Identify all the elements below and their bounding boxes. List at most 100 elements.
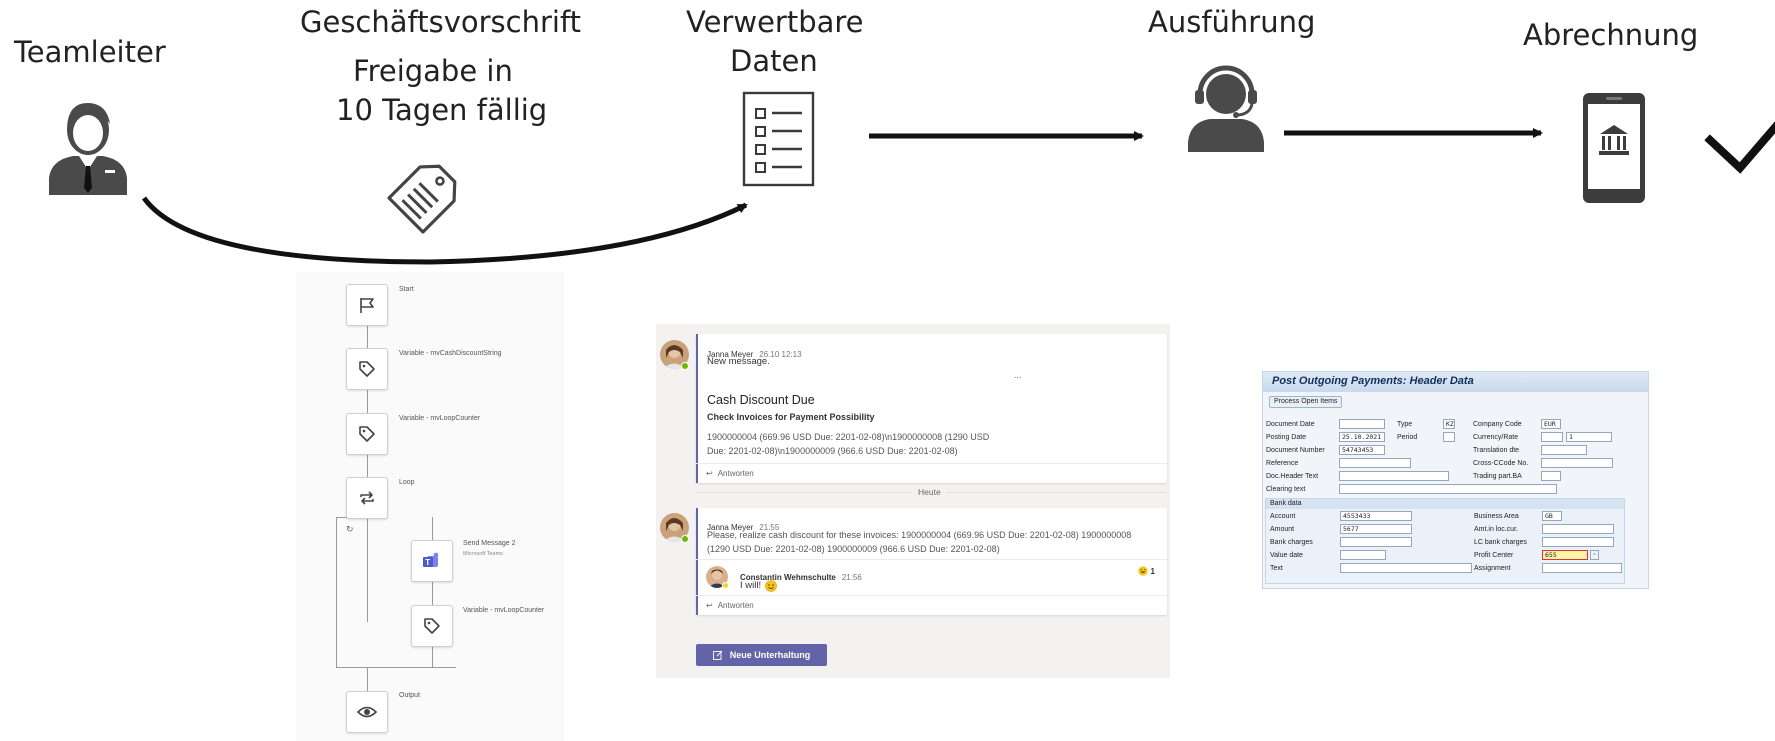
currency-field[interactable]	[1541, 432, 1563, 442]
reply-button[interactable]: ↩ Antworten	[696, 463, 1167, 483]
headset-agent-icon	[1188, 65, 1264, 152]
workflow-step-send-message[interactable]: T	[411, 540, 453, 582]
document-date-field[interactable]	[1339, 419, 1385, 429]
field-label: Business Area	[1474, 513, 1519, 520]
stage-execution: Ausführung	[1148, 5, 1316, 39]
flag-icon	[360, 298, 374, 313]
chat-message[interactable]: Janna Meyer 21:55 Please, realize cash di…	[696, 508, 1167, 615]
reply-button[interactable]: ↩ Antworten	[696, 595, 1167, 615]
sap-payment-form: Post Outgoing Payments: Header Data Proc…	[1262, 371, 1649, 589]
message-accent-bar	[696, 334, 698, 483]
checklist-icon	[742, 91, 815, 187]
workflow-step-output[interactable]	[346, 691, 388, 733]
business-area-field[interactable]: GB	[1542, 511, 1562, 521]
field-label: Posting Date	[1266, 434, 1307, 441]
amount-local-currency-field[interactable]	[1542, 524, 1614, 534]
rate-field[interactable]: 1	[1566, 432, 1612, 442]
adaptive-card-title: Cash Discount Due	[707, 393, 815, 407]
workflow-step-label: Send Message 2	[463, 540, 516, 547]
presence-indicator	[681, 362, 689, 370]
chat-message[interactable]: Janna Meyer 26.10 12:13 New message. ... …	[696, 334, 1167, 483]
profit-center-field[interactable]: 655	[1542, 550, 1588, 560]
reply-label: Antworten	[717, 469, 754, 478]
more-options-button[interactable]: ...	[1014, 370, 1022, 380]
teams-icon: T	[423, 552, 439, 567]
reply-arrow-icon: ↩	[706, 469, 713, 478]
cross-ccode-field[interactable]	[1541, 458, 1613, 468]
process-open-items-button[interactable]: Process Open Items	[1269, 396, 1343, 408]
field-label: Trading part.BA	[1473, 473, 1522, 480]
reaction-count: 1	[1150, 566, 1155, 576]
stage-business-rule-line-2: 10 Tagen fällig	[336, 93, 548, 127]
stage-business-rule-line-1: Freigabe in	[353, 54, 513, 88]
compose-icon	[712, 650, 723, 660]
period-field[interactable]	[1443, 432, 1455, 442]
reply-label: Antworten	[717, 601, 754, 610]
workflow-step-label: Start	[399, 286, 414, 293]
presence-indicator	[681, 535, 689, 543]
amount-field[interactable]: 5677	[1340, 524, 1412, 534]
trading-part-field[interactable]	[1541, 471, 1561, 481]
sap-form-title: Post Outgoing Payments: Header Data	[1263, 372, 1648, 392]
field-label: Company Code	[1473, 421, 1522, 428]
assignment-field[interactable]	[1542, 563, 1622, 573]
field-label: Document Date	[1266, 421, 1315, 428]
workflow-step-variable[interactable]	[411, 605, 453, 647]
thread-reply: Constantin Wehmschulte 21:56 I will! 1	[696, 559, 1167, 595]
field-label: Period	[1397, 434, 1418, 441]
presence-indicator	[722, 582, 729, 589]
field-label: Text	[1270, 565, 1283, 572]
doc-header-text-field[interactable]	[1339, 471, 1449, 481]
stage-billing: Abrechnung	[1523, 18, 1699, 52]
stage-data-line-1: Verwertbare	[686, 5, 864, 39]
value-date-field[interactable]	[1340, 550, 1386, 560]
workflow-step-label: Output	[399, 692, 421, 699]
field-label: Translation dte	[1473, 447, 1520, 454]
field-label: Clearing text	[1266, 486, 1306, 493]
bank-data-group: Bank data Account 4553433 Business Area …	[1265, 498, 1625, 584]
mobile-bank-icon	[1583, 93, 1645, 203]
bank-data-title: Bank data	[1266, 499, 1624, 509]
adaptive-card-body: 1900000004 (669.96 USD Due: 2201-02-08)\…	[707, 432, 990, 442]
adaptive-card-subtitle: Check Invoices for Payment Possibility	[707, 412, 875, 422]
new-conversation-button[interactable]: Neue Unterhaltung	[696, 644, 827, 666]
business-person-icon	[49, 102, 127, 195]
bank-charges-field[interactable]	[1340, 537, 1412, 547]
workflow-step-start[interactable]	[346, 284, 388, 326]
stage-business-rule-title: Geschäftsvorschrift	[300, 5, 582, 39]
workflow-step-variable[interactable]	[346, 348, 388, 390]
smile-emoji-icon	[765, 580, 777, 592]
workflow-step-sublabel: Microsoft Teams	[463, 551, 503, 557]
message-text: New message.	[707, 356, 770, 367]
posting-date-field[interactable]: 25.10.2021	[1339, 432, 1385, 442]
company-code-field[interactable]: EUR	[1541, 419, 1561, 429]
reply-text: I will!	[740, 580, 762, 591]
workflow-step-label: Variable - mvLoopCounter	[463, 607, 545, 614]
value-help-icon[interactable]: ▫	[1590, 550, 1599, 560]
workflow-loop-bracket	[336, 667, 456, 668]
tag-icon	[424, 618, 440, 634]
translation-date-field[interactable]	[1541, 445, 1587, 455]
loop-back-icon: ↻	[346, 524, 354, 534]
workflow-step-label: Loop	[399, 479, 415, 486]
workflow-step-variable[interactable]	[346, 413, 388, 455]
laugh-emoji-icon	[1137, 566, 1148, 576]
text-field[interactable]	[1340, 563, 1472, 573]
lc-bank-charges-field[interactable]	[1542, 537, 1614, 547]
workflow-step-label: Variable - mvCashDiscountString	[399, 350, 502, 357]
stage-teamleiter: Teamleiter	[14, 35, 166, 69]
field-label: Profit Center	[1474, 552, 1514, 559]
reference-field[interactable]	[1339, 458, 1411, 468]
field-label: Cross-CCode No.	[1473, 460, 1529, 467]
workflow-step-label: Variable - mvLoopCounter	[399, 415, 481, 422]
field-label: Value date	[1270, 552, 1303, 559]
reaction-badge[interactable]: 1	[1137, 566, 1155, 576]
field-label: Amount	[1270, 526, 1295, 533]
teams-chat-panel: Janna Meyer 26.10 12:13 New message. ... …	[656, 324, 1170, 678]
document-number-field[interactable]: 54743453	[1339, 445, 1385, 455]
account-field[interactable]: 4553433	[1340, 511, 1412, 521]
field-label: Type	[1397, 421, 1413, 428]
clearing-text-field[interactable]	[1339, 484, 1557, 494]
type-field[interactable]: KZ	[1443, 419, 1455, 429]
workflow-step-loop[interactable]	[346, 477, 388, 519]
